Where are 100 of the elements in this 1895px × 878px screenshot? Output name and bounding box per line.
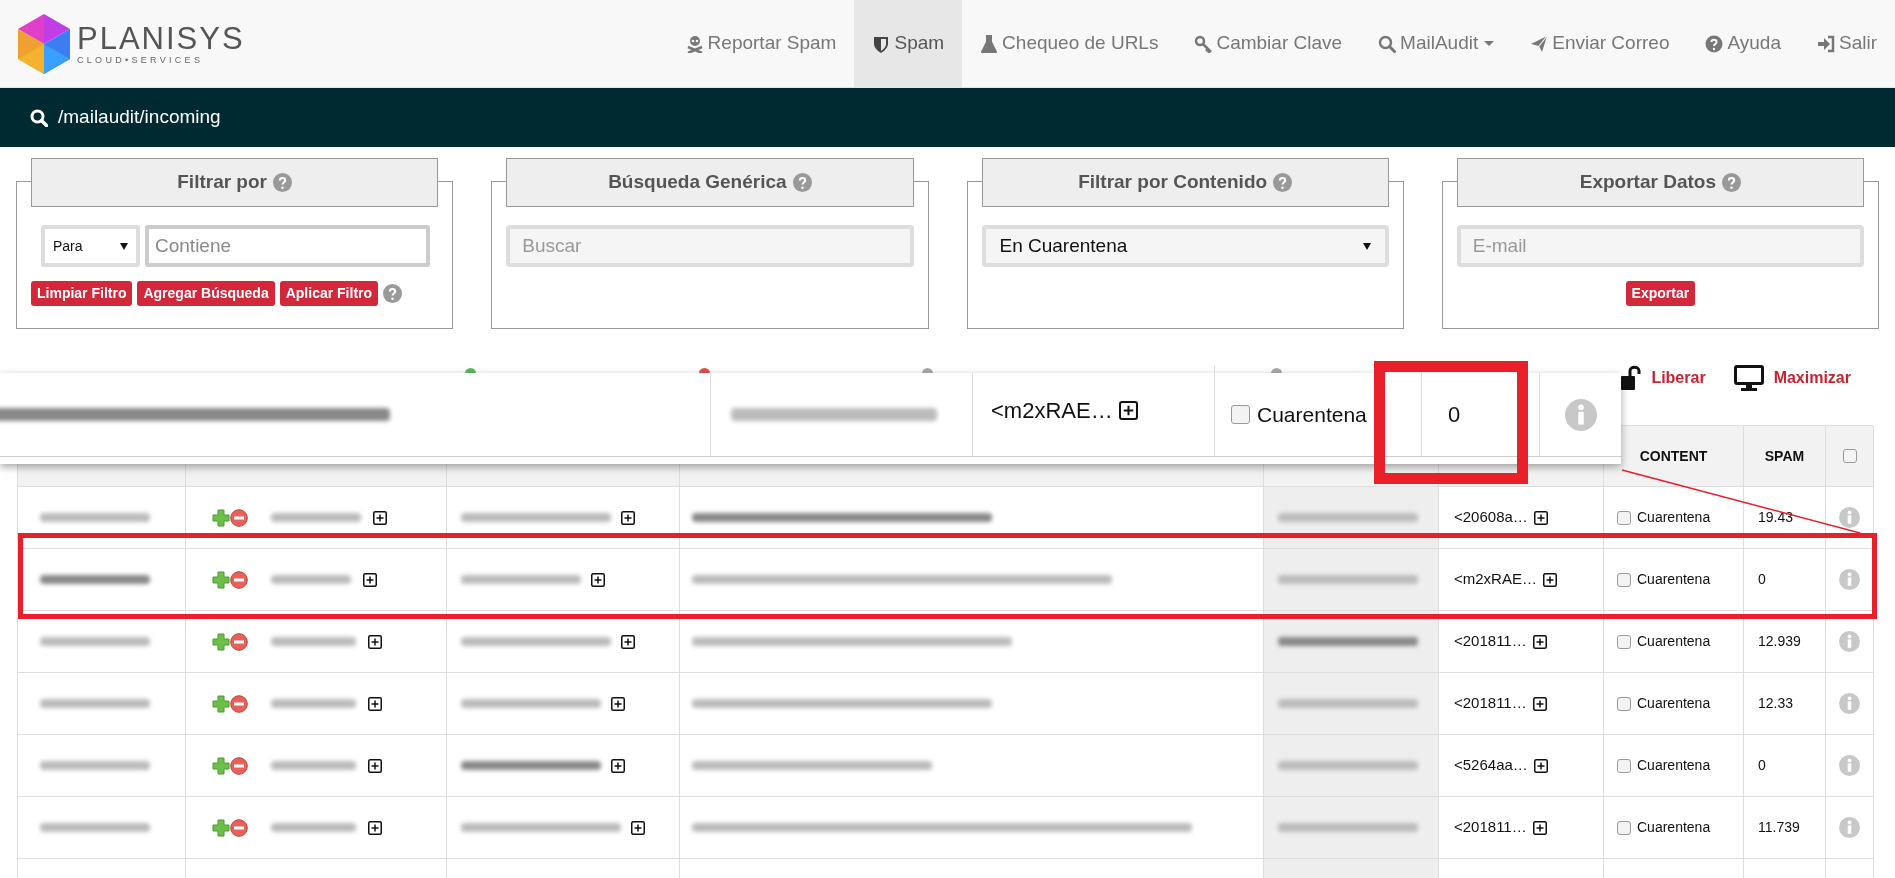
minus-icon[interactable] [230, 694, 248, 713]
expand-icon[interactable] [368, 758, 382, 773]
expand-icon[interactable] [1532, 634, 1547, 649]
action-link[interactable]: Liberar [1621, 365, 1706, 391]
checkbox[interactable] [1617, 820, 1631, 835]
panel-title: Filtrar por Contenido [1078, 170, 1268, 195]
checkbox-label: Cuarentena [1637, 632, 1711, 651]
column-header: SPAM [1764, 446, 1805, 466]
checkbox[interactable] [1617, 572, 1631, 587]
monitor-icon [1733, 365, 1764, 391]
info-icon[interactable] [1839, 693, 1860, 714]
checkbox[interactable] [1617, 634, 1631, 649]
info-icon[interactable] [1564, 398, 1597, 431]
plus-icon[interactable] [212, 570, 230, 589]
expand-icon[interactable] [611, 696, 625, 711]
nav-link[interactable]: Enviar Correo [1512, 0, 1688, 87]
action-button[interactable]: Exportar [1625, 281, 1696, 306]
help-icon [1705, 34, 1724, 53]
nav-link[interactable]: Spam [854, 0, 963, 87]
nav-link[interactable]: Chequeo de URLs [962, 0, 1177, 87]
search-icon [1378, 34, 1397, 53]
help-icon[interactable] [1721, 173, 1741, 192]
key-icon [1194, 34, 1213, 53]
checkbox[interactable] [1842, 449, 1857, 463]
expand-icon[interactable] [1542, 572, 1557, 587]
expand-icon[interactable] [611, 758, 625, 773]
search-icon [30, 108, 48, 127]
info-icon[interactable] [1839, 569, 1860, 590]
logo-tagline: CLOUD•SERVICES [77, 55, 205, 65]
plus-icon[interactable] [212, 756, 230, 775]
checkbox[interactable] [1617, 758, 1631, 773]
minus-icon[interactable] [230, 756, 248, 775]
info-icon[interactable] [1839, 631, 1860, 652]
help-icon[interactable] [383, 284, 403, 303]
spam-score: 0 [1758, 756, 1766, 775]
info-icon[interactable] [1839, 507, 1860, 528]
logo-icon [17, 12, 71, 75]
content-select[interactable]: En Cuarentena [981, 225, 1389, 267]
skull-crossbones-icon [685, 34, 704, 53]
expand-icon[interactable] [631, 820, 645, 835]
expand-icon[interactable] [1532, 820, 1547, 835]
expand-icon[interactable] [1532, 696, 1547, 711]
nav-link[interactable]: Ayuda [1687, 0, 1799, 87]
plus-icon[interactable] [212, 508, 230, 527]
minus-icon[interactable] [230, 570, 248, 589]
action-button[interactable]: Agregar Búsqueda [137, 281, 275, 306]
expand-icon[interactable] [621, 634, 635, 649]
info-icon[interactable] [1839, 755, 1860, 776]
plus-icon[interactable] [212, 818, 230, 837]
expand-icon[interactable] [373, 510, 387, 525]
expand-icon[interactable] [1118, 401, 1138, 420]
nav-link[interactable]: Cambiar Clave [1176, 0, 1361, 87]
checkbox[interactable] [1617, 696, 1631, 711]
spam-score: 11.739 [1758, 818, 1800, 837]
spam-score: 12.33 [1758, 694, 1794, 713]
checkbox-label: Cuarentena [1637, 508, 1711, 527]
minus-icon[interactable] [230, 508, 248, 527]
nav-link[interactable]: Reportar Spam [667, 0, 855, 87]
field-select[interactable]: Para [41, 225, 140, 267]
shield-icon [872, 34, 891, 53]
expand-icon[interactable] [368, 634, 382, 649]
expand-icon[interactable] [621, 510, 635, 525]
expand-icon[interactable] [368, 696, 382, 711]
plus-icon[interactable] [212, 694, 230, 713]
message-id: <201811… [1454, 693, 1527, 714]
plus-icon[interactable] [212, 632, 230, 651]
help-icon[interactable] [792, 173, 812, 192]
input-field[interactable]: E-mail [1456, 225, 1864, 267]
expand-icon[interactable] [363, 572, 377, 587]
checkbox[interactable] [1231, 405, 1250, 424]
column-header: CONTENT [1639, 446, 1708, 466]
spam-score: 0 [1448, 401, 1461, 429]
checkbox-label: Cuarentena [1637, 818, 1711, 837]
checkbox[interactable] [1617, 510, 1631, 525]
minus-icon[interactable] [230, 632, 248, 651]
checkbox-label: Cuarentena [1637, 570, 1711, 589]
info-icon[interactable] [1839, 817, 1860, 838]
sign-in-icon [1817, 34, 1835, 53]
action-link[interactable]: Maximizar [1733, 365, 1851, 391]
input-field[interactable]: Buscar [506, 225, 914, 267]
help-icon[interactable] [273, 173, 292, 192]
help-icon[interactable] [1273, 173, 1293, 192]
minus-icon[interactable] [230, 818, 248, 837]
expand-icon[interactable] [368, 820, 382, 835]
path-text: /mailaudit/incoming [58, 105, 221, 130]
action-button[interactable]: Limpiar Filtro [31, 281, 133, 306]
expand-icon[interactable] [1533, 758, 1548, 773]
nav-link[interactable]: Salir [1799, 0, 1895, 87]
expand-icon[interactable] [1533, 510, 1548, 525]
panel-title: Filtrar por [177, 170, 267, 195]
checkbox-label: Cuarentena [1257, 401, 1367, 428]
spam-score: 19.43 [1758, 508, 1794, 527]
action-button[interactable]: Aplicar Filtro [279, 281, 379, 306]
nav-link[interactable]: MailAudit [1360, 0, 1513, 87]
logo-text: PLANISYS [77, 22, 245, 54]
unlock-icon [1621, 365, 1642, 391]
expand-icon[interactable] [591, 572, 605, 587]
flask-icon [980, 34, 999, 53]
input-field[interactable]: Contiene [145, 225, 430, 267]
message-id: <201811… [1454, 631, 1527, 652]
